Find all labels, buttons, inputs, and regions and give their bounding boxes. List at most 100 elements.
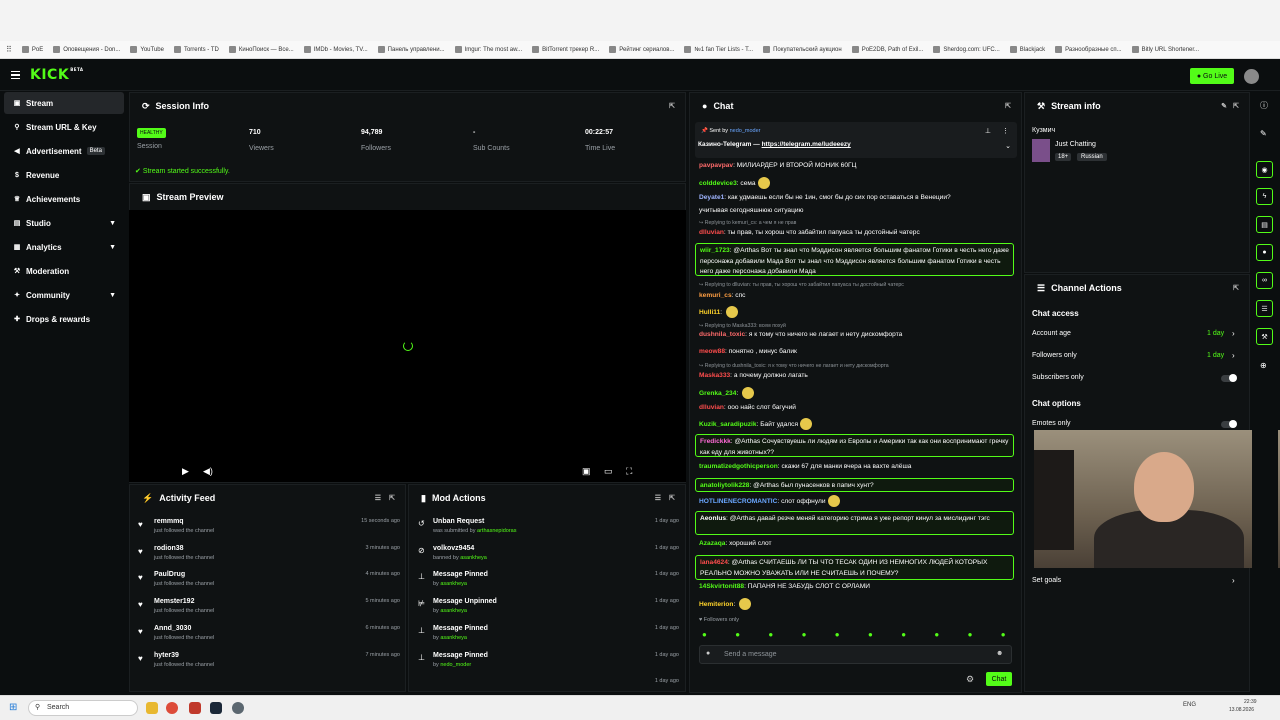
mod-action-item[interactable]: Message Pinned by asankheya 1 day ago	[433, 571, 679, 587]
tool-button-1[interactable]: ◉	[1256, 161, 1273, 178]
chat-username[interactable]: Grenka_234	[699, 390, 736, 397]
quick-emote-icon[interactable]: ●	[934, 630, 939, 639]
tool-button-7[interactable]: ⚒	[1256, 328, 1273, 345]
account-age-value[interactable]: 1 day	[1207, 330, 1224, 337]
followers-only-value[interactable]: 1 day	[1207, 352, 1224, 359]
more-icon[interactable]: ⋮	[1002, 127, 1009, 135]
bookmark-item[interactable]: Sherdog.com: UFC...	[933, 46, 1000, 53]
steam-icon[interactable]	[210, 702, 222, 714]
chat-username[interactable]: Aeonlus	[700, 515, 726, 522]
chat-message[interactable]: kemuri_cs: спс	[699, 292, 745, 299]
chat-message[interactable]: Hemiterion:	[699, 598, 752, 610]
emoji-icon[interactable]: ☻	[996, 650, 1003, 657]
fullscreen-icon[interactable]: ⛶	[626, 466, 632, 477]
tool-button-4[interactable]: ●	[1256, 244, 1273, 261]
bookmark-item[interactable]: BitTorrent трекер R...	[532, 46, 599, 53]
sidebar-item-drops-rewards[interactable]: ✚ Drops & rewards	[4, 308, 124, 330]
quick-emote-icon[interactable]: ●	[901, 630, 906, 639]
send-chat-button[interactable]: Chat	[986, 672, 1012, 686]
chat-message[interactable]: HOTLINENECROMANTIC: слот оффнули	[699, 495, 840, 507]
apps-icon[interactable]: ⠿	[6, 45, 12, 54]
chat-message[interactable]: Maska333: а почему должно лагать	[699, 372, 808, 379]
popout-icon[interactable]: ⇱	[1233, 284, 1239, 292]
app-icon-red[interactable]	[189, 702, 201, 714]
bookmark-item[interactable]: Разнообразные сп...	[1055, 46, 1122, 53]
popout-icon[interactable]: ⇱	[1005, 102, 1011, 110]
tool-button-3[interactable]: ▤	[1256, 216, 1273, 233]
chat-username[interactable]: anatoliytolik228	[700, 482, 749, 489]
sidebar-item-community[interactable]: ✦ Community ▼	[4, 284, 124, 306]
file-explorer-icon[interactable]	[146, 702, 158, 714]
chat-username[interactable]: Azazaqa	[699, 540, 725, 547]
play-icon[interactable]: ▶	[182, 466, 189, 477]
sidebar-item-moderation[interactable]: ⚒ Moderation	[4, 260, 124, 282]
chat-username[interactable]: pavpavpav	[699, 162, 733, 169]
quick-emote-icon[interactable]: ●	[768, 630, 773, 639]
sidebar-item-achievements[interactable]: ♕ Achievements	[4, 188, 124, 210]
chat-username[interactable]: colddevice3	[699, 180, 737, 187]
chevron-down-icon[interactable]: ⌄	[1005, 142, 1011, 150]
edit-icon[interactable]: ✎	[1221, 102, 1227, 110]
chevron-right-icon[interactable]: ›	[1232, 329, 1235, 338]
chat-message[interactable]: Fredickkk: @Arthas Сочувствуешь ли людям…	[695, 434, 1014, 457]
chat-message[interactable]: traumatizedgothicperson: скажи 67 для ма…	[699, 463, 911, 470]
settings-app-icon[interactable]	[232, 702, 244, 714]
chat-message[interactable]: dlluvian: ооо найс слот багучий	[699, 404, 796, 411]
chat-message[interactable]: учитывая сегодняшнюю ситуацию	[699, 207, 804, 214]
quick-emote-icon[interactable]: ●	[1001, 630, 1006, 639]
chat-username[interactable]: Maska333	[699, 372, 730, 379]
chat-message[interactable]: pavpavpav: МИЛИАРДЕР И ВТОРОЙ МОНИК 60ГЦ	[699, 162, 856, 169]
chat-message[interactable]: 14Skvirtonit88: ПАПАНЯ НЕ ЗАБУДЬ СЛОТ С …	[699, 583, 870, 590]
pinned-link[interactable]: https://telegram.me/ludeeezy	[762, 141, 851, 148]
quick-emote-icon[interactable]: ●	[735, 630, 740, 639]
sidebar-item-stream[interactable]: ▣ Stream	[4, 92, 124, 114]
sidebar-item-stream-url-key[interactable]: ⚲ Stream URL & Key	[4, 116, 124, 138]
chat-message[interactable]: Azazaqa: хороший слот	[699, 540, 772, 547]
bookmark-item[interactable]: YouTube	[130, 46, 164, 53]
filter-icon[interactable]: ☰	[655, 494, 661, 502]
chat-username[interactable]: meow88	[699, 348, 725, 355]
chevron-right-icon[interactable]: ›	[1232, 351, 1235, 360]
sidebar-item-analytics[interactable]: ▦ Analytics ▼	[4, 236, 124, 258]
activity-item[interactable]: remmmq just followed the channel 15 second…	[154, 518, 400, 534]
activity-item[interactable]: Memster192 just followed the channel 5 min…	[154, 598, 400, 614]
clock-time[interactable]: 22:39	[1244, 699, 1257, 705]
go-live-button[interactable]: ● Go Live	[1190, 68, 1234, 84]
activity-item[interactable]: hyter39 just followed the channel 7 minute…	[154, 652, 400, 668]
activity-item[interactable]: PaulDrug just followed the channel 4 minut…	[154, 571, 400, 587]
quick-emote-icon[interactable]: ●	[968, 630, 973, 639]
mod-action-item[interactable]: Message Unpinned by asankheya 1 day ago	[433, 598, 679, 614]
quick-emote-icon[interactable]: ●	[868, 630, 873, 639]
language-indicator[interactable]: ENG	[1183, 702, 1196, 708]
user-avatar[interactable]	[1244, 69, 1259, 84]
taskbar-search[interactable]: Search	[28, 700, 138, 716]
bookmark-item[interactable]: Оповещения - Don...	[53, 46, 120, 53]
chat-reply-context[interactable]: ↪ Replying to kemuri_cs: а чем я не прав	[699, 220, 796, 226]
emotes-only-toggle[interactable]	[1221, 420, 1237, 428]
chat-user-icon[interactable]: ●	[706, 650, 710, 657]
chat-message[interactable]: anatoliytolik228: @Arthas был пунасенков…	[695, 478, 1014, 492]
tool-button-6[interactable]: ☰	[1256, 300, 1273, 317]
chrome-icon[interactable]	[166, 702, 178, 714]
chat-username[interactable]: 14Skvirtonit88	[699, 583, 744, 590]
quick-emote-icon[interactable]: ●	[702, 630, 707, 639]
bookmark-item[interactable]: PoE	[21, 46, 43, 53]
clock-date[interactable]: 13.08.2026	[1229, 707, 1254, 713]
chat-message-input[interactable]: Send a message	[699, 645, 1012, 664]
chat-message[interactable]: Grenka_234:	[699, 387, 755, 399]
chat-username[interactable]: dlluvian	[699, 404, 724, 411]
unpin-icon[interactable]: ⊥	[985, 127, 991, 135]
kick-logo[interactable]: KICKBETA	[30, 67, 83, 83]
popout-icon[interactable]: ⇱	[669, 494, 675, 502]
sidebar-item-revenue[interactable]: $ Revenue	[4, 164, 124, 186]
chevron-right-icon[interactable]: ›	[1232, 576, 1235, 585]
mod-action-item[interactable]: Message Pinned by asankheya 1 day ago	[433, 625, 679, 641]
pinned-message[interactable]: 📌 Sent by nedo_moder Казино-Telegram — h…	[695, 122, 1017, 158]
activity-item[interactable]: Annd_3030 just followed the channel 6 minu…	[154, 625, 400, 641]
volume-icon[interactable]: ◀)	[203, 466, 213, 477]
plus-circle-icon[interactable]: ⊕	[1260, 361, 1267, 370]
chat-message[interactable]: lana4624: @Arthas СЧИТАЕШЬ ЛИ ТЫ ЧТО ТЕС…	[695, 555, 1014, 580]
theater-icon[interactable]: ▭	[604, 466, 613, 477]
chat-username[interactable]: traumatizedgothicperson	[699, 463, 778, 470]
bookmark-item[interactable]: Панель управлени...	[377, 46, 445, 53]
